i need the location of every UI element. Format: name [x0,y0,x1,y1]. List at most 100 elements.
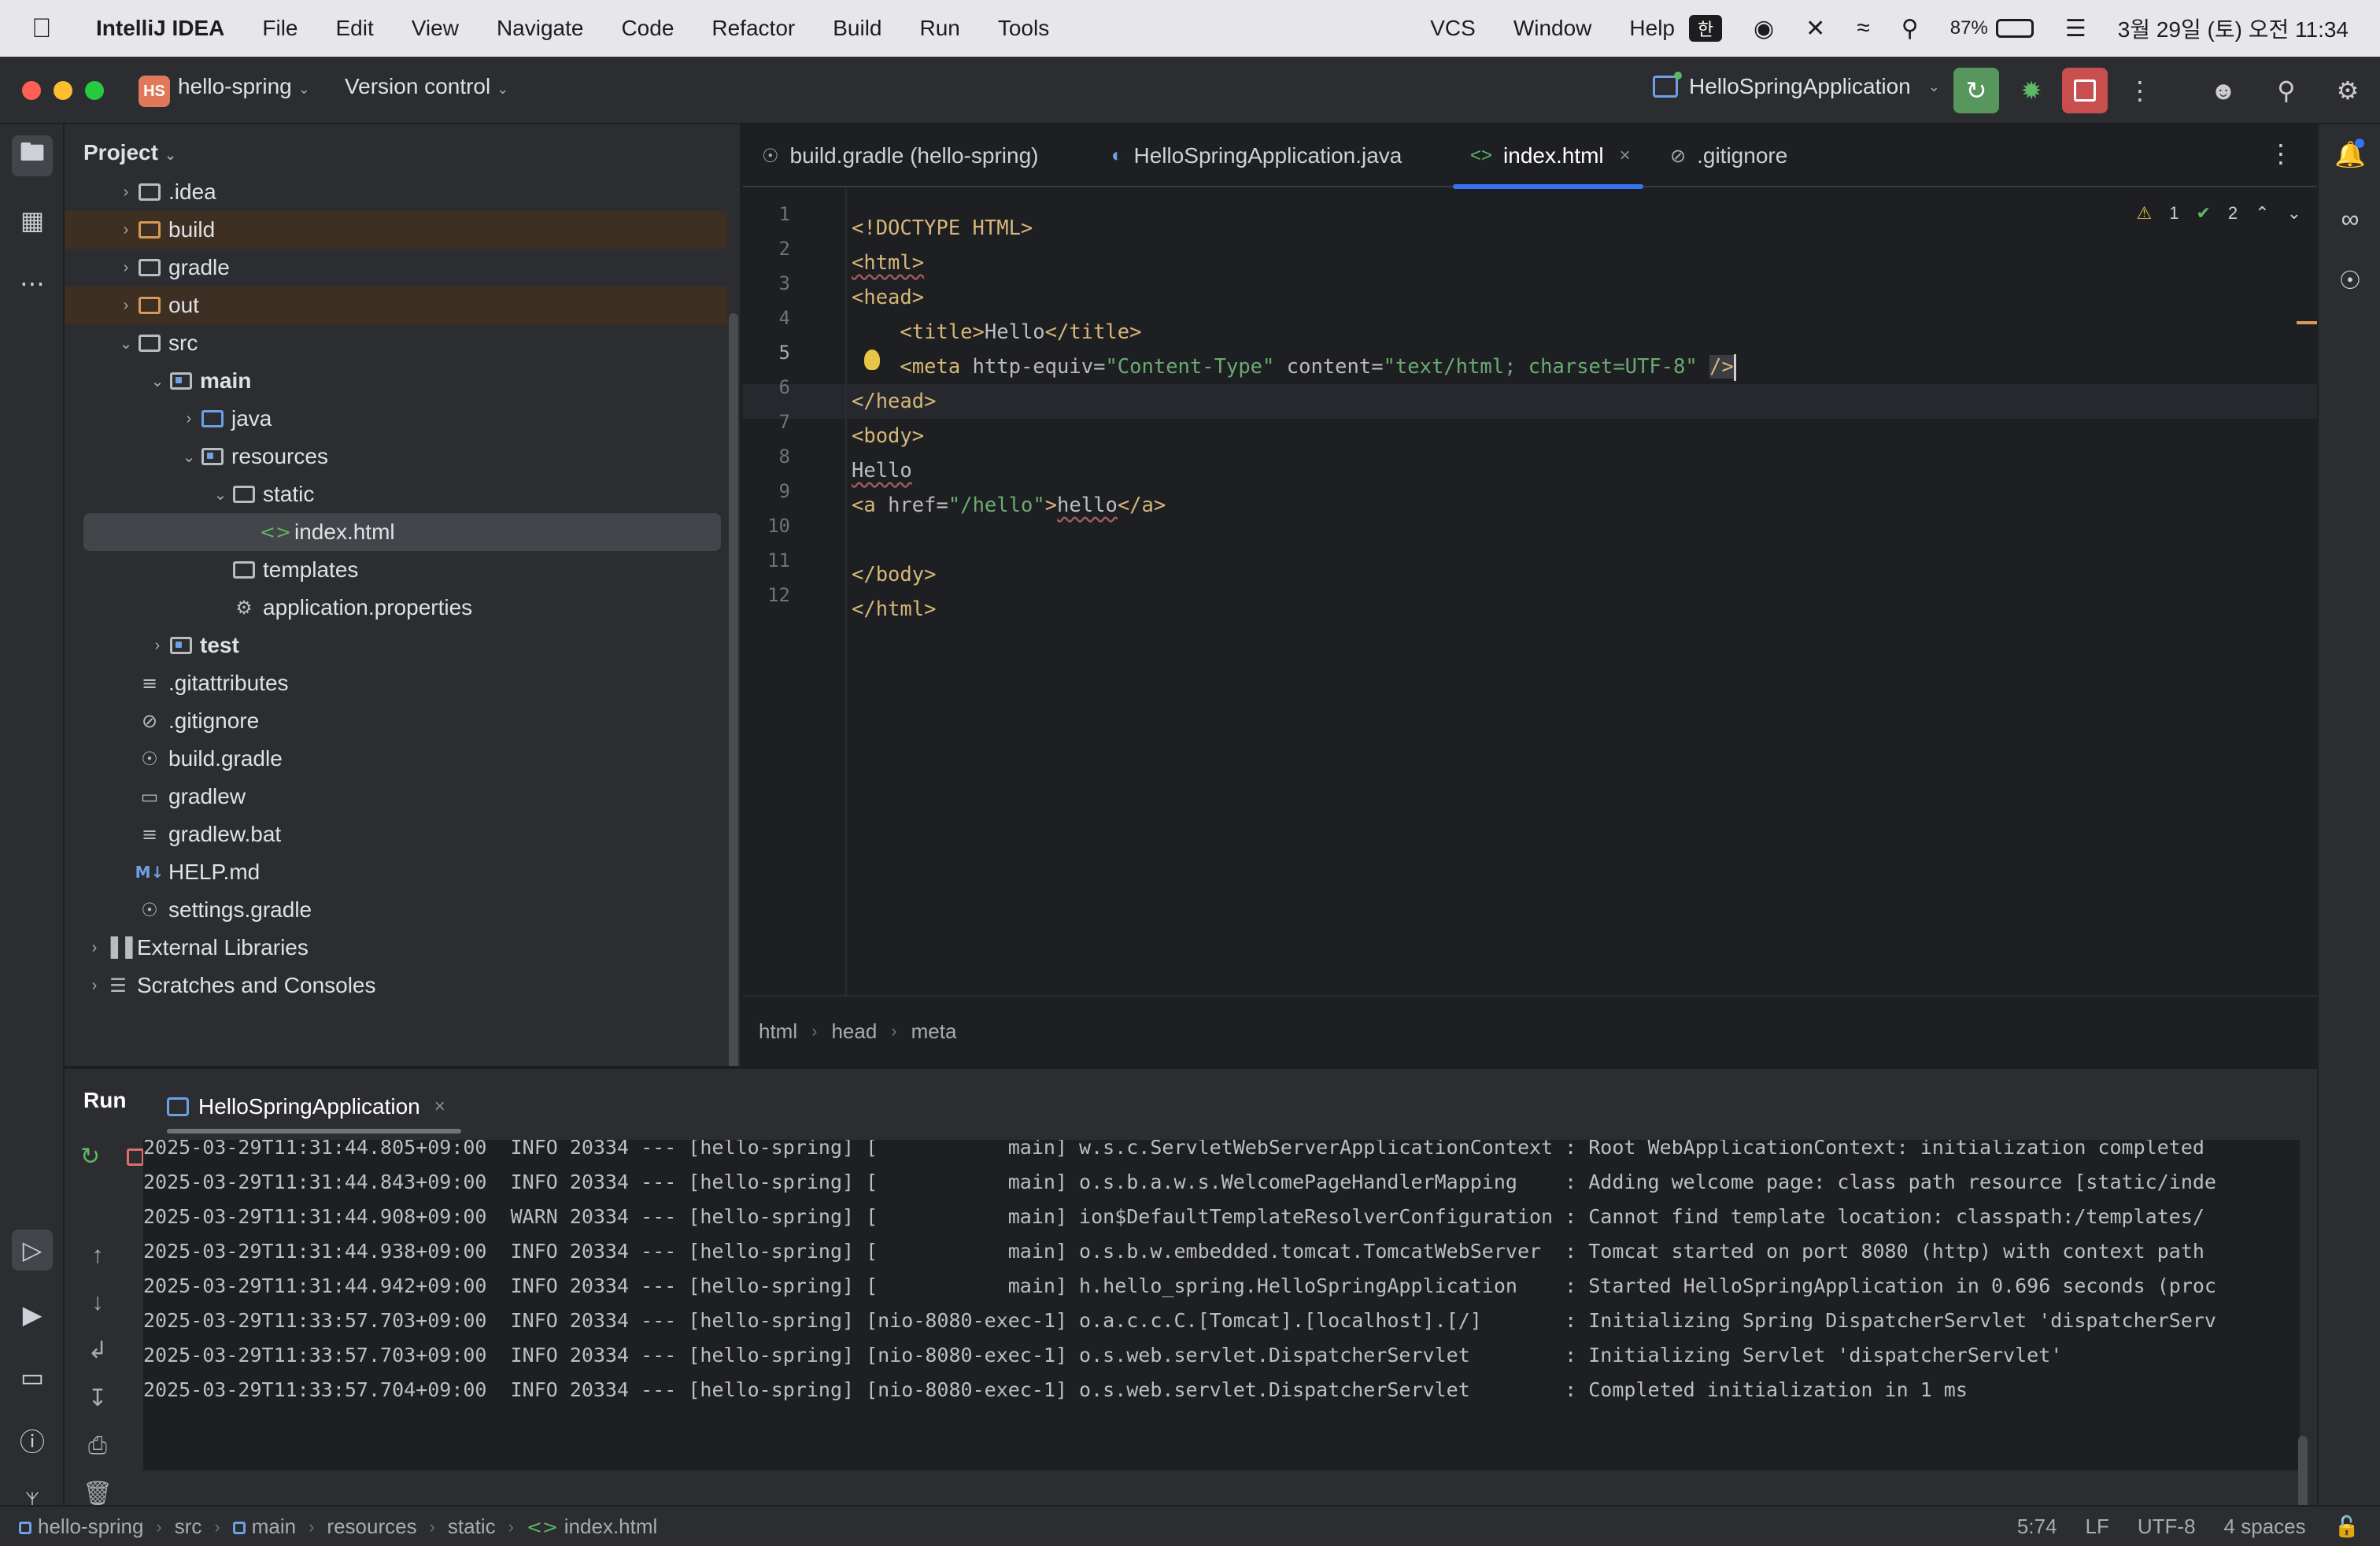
tree-item-help-md[interactable]: M↓ HELP.md [83,853,721,891]
minimize-window-button[interactable] [54,81,72,100]
menu-tools[interactable]: Tools [998,16,1049,41]
nav-crumb-project[interactable]: hello-spring [19,1515,143,1539]
wifi-icon[interactable]: ≈ [1857,15,1869,42]
inspection-widget[interactable]: ⚠ 1 ✔ 2 ⌃ ⌄ [2136,203,2301,224]
tab-actions-more-icon[interactable]: ⋮ [2268,139,2293,168]
settings-gear-icon[interactable]: ⚙ [2325,68,2371,113]
tree-item-gradle[interactable]: › gradle [83,249,721,287]
chevron-right-icon[interactable]: › [83,939,105,957]
scroll-up-icon[interactable]: ↑ [92,1242,104,1269]
chevron-down-icon[interactable]: ⌄ [178,447,200,467]
trash-icon[interactable]: 🗑 [83,1480,113,1507]
input-method-indicator[interactable]: 한 [1688,15,1722,42]
scroll-down-icon[interactable]: ↓ [92,1289,104,1316]
line-number-gutter[interactable]: 1 2 3 4 5 6 7 8 9 10 11 12 [743,189,847,995]
menu-edit[interactable]: Edit [336,16,374,41]
tree-item-settings-gradle[interactable]: ☉ settings.gradle [83,891,721,929]
tree-item-gradlew[interactable]: ▭ gradlew [83,778,721,816]
line-separator[interactable]: LF [2086,1515,2109,1539]
ai-assistant-icon[interactable]: ∞ [2330,198,2371,239]
search-everywhere-icon[interactable]: ⚲ [2264,68,2309,113]
menu-navigate[interactable]: Navigate [497,16,584,41]
close-tab-icon[interactable]: × [434,1096,445,1118]
battery-status[interactable]: 87% [1950,17,2034,39]
menu-app-name[interactable]: IntelliJ IDEA [96,16,224,41]
mute-icon[interactable]: ✕ [1805,15,1825,43]
chevron-right-icon[interactable]: › [146,637,168,655]
apple-logo-icon[interactable]:  [31,13,72,44]
tree-item-templates[interactable]: templates [83,551,721,589]
menu-refactor[interactable]: Refactor [711,16,795,41]
tree-item-build[interactable]: › build [65,211,727,249]
breadcrumb-item[interactable]: meta [911,1019,957,1044]
tree-item-scratches-and-consoles[interactable]: › ☰ Scratches and Consoles [83,967,721,1004]
menu-help[interactable]: Help [1629,16,1675,41]
tree-item-idea[interactable]: › .idea [83,173,721,211]
chevron-right-icon[interactable]: › [178,410,200,428]
chevron-down-icon[interactable]: ⌄ [115,334,137,353]
control-center-icon[interactable]: ☰ [2065,15,2086,43]
breadcrumb-item[interactable]: head [831,1019,877,1044]
code-with-me-icon[interactable]: ☻ [2201,68,2246,113]
gradle-tool-icon[interactable]: ☉ [2330,260,2371,301]
project-switcher[interactable]: hello-spring ⌄ [178,74,310,99]
terminal-icon[interactable]: ▭ [12,1357,53,1398]
console-output[interactable]: 2025-03-29T11:31:44.805+09:00 INFO 20334… [143,1140,2300,1470]
more-tools-icon[interactable]: ⋯ [12,263,53,304]
run-tab-hello-spring-application[interactable]: HelloSpringApplication × [167,1083,461,1134]
tab-index-html[interactable]: <> index.html × [1453,124,1643,189]
zoom-window-button[interactable] [85,81,104,100]
nav-crumb-file[interactable]: <> index.html [527,1515,657,1539]
run-tool-icon[interactable]: ▷ [12,1230,53,1270]
menu-build[interactable]: Build [833,16,881,41]
menu-window[interactable]: Window [1513,16,1592,41]
project-tree-scrollbar[interactable] [729,313,738,1066]
tree-item-external-libraries[interactable]: › ▐▐ External Libraries [83,929,721,967]
breadcrumb-item[interactable]: html [759,1019,797,1044]
chevron-right-icon[interactable]: › [115,221,137,239]
tab-build-gradle[interactable]: ☉ build.gradle (hello-spring) [762,124,1038,187]
run-configuration-selector[interactable]: HelloSpringApplication ⌄ [1653,72,1940,99]
close-window-button[interactable] [22,81,41,100]
tree-item-test[interactable]: › test [83,627,721,664]
soft-wrap-icon[interactable]: ↲ [87,1337,107,1364]
stop-icon[interactable] [127,1148,145,1166]
user-account-icon[interactable]: ◉ [1754,15,1774,43]
chevron-right-icon[interactable]: › [83,977,105,995]
tree-item-src[interactable]: ⌄ src [83,324,721,362]
tree-item-gitattributes[interactable]: ≡ .gitattributes [83,664,721,702]
scroll-to-end-icon[interactable]: ↧ [87,1385,107,1412]
tree-item-gradlew-bat[interactable]: ≡ gradlew.bat [83,816,721,853]
print-icon[interactable]: ⎙ [88,1433,107,1459]
rerun-icon[interactable]: ↻ [80,1143,100,1171]
tree-item-static[interactable]: ⌄ static [83,475,721,513]
nav-crumb-src[interactable]: src [175,1515,202,1539]
file-encoding[interactable]: UTF-8 [2138,1515,2196,1539]
project-view-selector[interactable]: Project ⌄ [83,140,176,165]
tab-hello-spring-application[interactable]: ◐ HelloSpringApplication.java [1111,124,1402,187]
spotlight-search-icon[interactable]: ⚲ [1901,15,1919,43]
previous-highlight-icon[interactable]: ⌃ [2255,203,2269,224]
tree-item-application-properties[interactable]: ⚙ application.properties [83,589,721,627]
services-icon[interactable]: ▶ [12,1294,53,1335]
read-only-lock-icon[interactable]: 🔓 [2334,1515,2360,1539]
structure-icon[interactable]: ▦ [12,200,53,241]
tree-item-out[interactable]: › out [65,287,727,324]
nav-crumb-static[interactable]: static [448,1515,496,1539]
menu-vcs[interactable]: VCS [1430,16,1476,41]
menu-view[interactable]: View [412,16,459,41]
tree-item-main[interactable]: ⌄ main [83,362,721,400]
chevron-down-icon[interactable]: ⌄ [146,372,168,391]
next-highlight-icon[interactable]: ⌄ [2287,203,2301,224]
version-control-menu[interactable]: Version control ⌄ [345,74,508,99]
menu-code[interactable]: Code [621,16,674,41]
tab-gitignore[interactable]: ⊘ .gitignore [1670,124,1787,187]
tree-item-resources[interactable]: ⌄ resources [83,438,721,475]
menu-file[interactable]: File [262,16,298,41]
problems-icon[interactable]: ⓘ [12,1420,53,1461]
tree-item-build-gradle[interactable]: ☉ build.gradle [83,740,721,778]
close-tab-icon[interactable]: × [1620,145,1631,167]
chevron-right-icon[interactable]: › [115,259,137,277]
tree-item-java[interactable]: › java [83,400,721,438]
tree-item-index-html[interactable]: <> index.html [83,513,721,551]
